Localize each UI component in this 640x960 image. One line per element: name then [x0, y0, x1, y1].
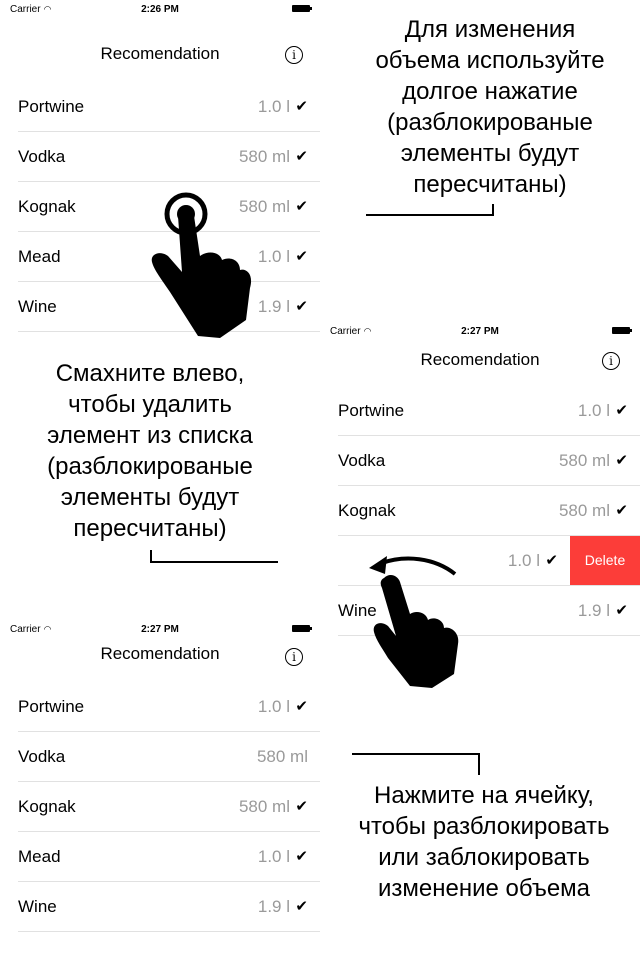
item-name: Portwine — [18, 697, 85, 716]
item-name: Mead — [18, 247, 61, 266]
item-name: Vodka — [338, 451, 386, 470]
battery-icon — [292, 5, 312, 12]
checkmark-icon: ✔ — [295, 248, 308, 265]
checkmark-icon: ✔ — [295, 898, 308, 915]
status-bar: Carrier ◠ 2:26 PM — [0, 0, 320, 20]
list-item[interactable]: Portwine 1.0 l ✔ — [18, 82, 320, 132]
checkmark-icon: ✔ — [615, 502, 628, 519]
battery-icon — [612, 327, 632, 334]
info-icon[interactable]: i — [602, 352, 620, 370]
callout-swipe-left: Смахните влево, чтобы удалить элемент из… — [47, 360, 253, 542]
checkmark-icon: ✔ — [615, 452, 628, 469]
checkmark-icon: ✔ — [545, 552, 558, 569]
item-volume: 1.0 l — [257, 247, 290, 266]
nav-title: Recomendation — [420, 350, 540, 369]
nav-title: Recomendation — [100, 44, 220, 63]
item-name: Vodka — [18, 147, 66, 166]
battery-icon — [292, 625, 312, 632]
item-volume: 580 ml — [238, 147, 290, 166]
list-item[interactable]: Wine 1.9 l ✔ — [18, 882, 320, 932]
item-name: Wine — [18, 897, 57, 916]
item-name: Kognak — [338, 501, 396, 520]
status-time: 2:26 PM — [141, 4, 179, 15]
pointer-line — [352, 753, 480, 755]
item-name: Mead — [18, 847, 61, 866]
delete-button[interactable]: Delete — [570, 536, 640, 585]
status-bar: Carrier ◠ 2:27 PM — [320, 322, 640, 342]
item-volume: 1.0 l — [257, 697, 290, 716]
item-name: Kognak — [18, 797, 76, 816]
item-volume: 1.9 l — [257, 897, 290, 916]
item-volume: 1.0 l — [577, 401, 610, 420]
item-name: Wine — [18, 297, 57, 316]
nav-title: Recomendation — [100, 644, 220, 663]
item-volume: 1.9 l — [577, 601, 610, 620]
item-volume: 580 ml — [558, 451, 610, 470]
info-icon[interactable]: i — [285, 46, 303, 64]
item-volume: 580 ml — [256, 747, 308, 766]
checkmark-icon: ✔ — [295, 198, 308, 215]
pointer-line — [150, 550, 152, 562]
list-item-unlocked[interactable]: Vodka 580 ml — [18, 732, 320, 782]
drink-list: Portwine 1.0 l ✔ Vodka 580 ml Kognak 580 ml ✔… — [0, 682, 320, 932]
list-item[interactable]: Portwine 1.0 l ✔ — [18, 682, 320, 732]
status-time: 2:27 PM — [461, 326, 499, 337]
item-volume: 1.0 l — [257, 97, 290, 116]
checkmark-icon: ✔ — [295, 98, 308, 115]
status-time: 2:27 PM — [141, 624, 179, 635]
checkmark-icon: ✔ — [295, 848, 308, 865]
checkmark-icon: ✔ — [295, 698, 308, 715]
list-item[interactable]: Vodka 580 ml ✔ — [338, 436, 640, 486]
checkmark-icon: ✔ — [615, 602, 628, 619]
pointer-line — [150, 561, 278, 563]
checkmark-icon: ✔ — [615, 402, 628, 419]
checkmark-icon: ✔ — [295, 148, 308, 165]
callout-tap: Нажмите на ячейку, чтобы разблокировать … — [358, 782, 610, 902]
list-item[interactable]: Portwine 1.0 l ✔ — [338, 386, 640, 436]
item-volume: 580 ml — [558, 501, 610, 520]
item-volume: 1.9 l — [257, 297, 290, 316]
list-item[interactable]: Mead 1.0 l ✔ — [18, 832, 320, 882]
item-name: Vodka — [18, 747, 66, 766]
item-volume: 580 ml — [238, 797, 290, 816]
callout-long-press: Для изменения объема используйте долгое … — [375, 16, 605, 198]
list-item[interactable]: Vodka 580 ml ✔ — [18, 132, 320, 182]
hand-pointer-icon — [373, 575, 459, 688]
item-volume: 1.0 l — [257, 847, 290, 866]
list-item[interactable]: Kognak 580 ml ✔ — [338, 486, 640, 536]
pointer-line — [492, 204, 494, 216]
item-name: Portwine — [18, 97, 85, 116]
info-icon[interactable]: i — [285, 648, 303, 666]
item-name: Portwine — [338, 401, 405, 420]
checkmark-icon: ✔ — [295, 798, 308, 815]
status-bar: Carrier ◠ 2:27 PM — [0, 620, 320, 640]
item-name: Kognak — [18, 197, 76, 216]
pointer-line — [366, 214, 494, 216]
pointer-line — [478, 753, 480, 775]
screen-tap-toggle: Carrier ◠ 2:27 PM Recomendation i Portwin… — [0, 620, 320, 960]
checkmark-icon: ✔ — [295, 298, 308, 315]
list-item[interactable]: Kognak 580 ml ✔ — [18, 782, 320, 832]
hand-pointer-icon — [151, 192, 252, 338]
item-volume: 1.0 l — [507, 551, 540, 570]
